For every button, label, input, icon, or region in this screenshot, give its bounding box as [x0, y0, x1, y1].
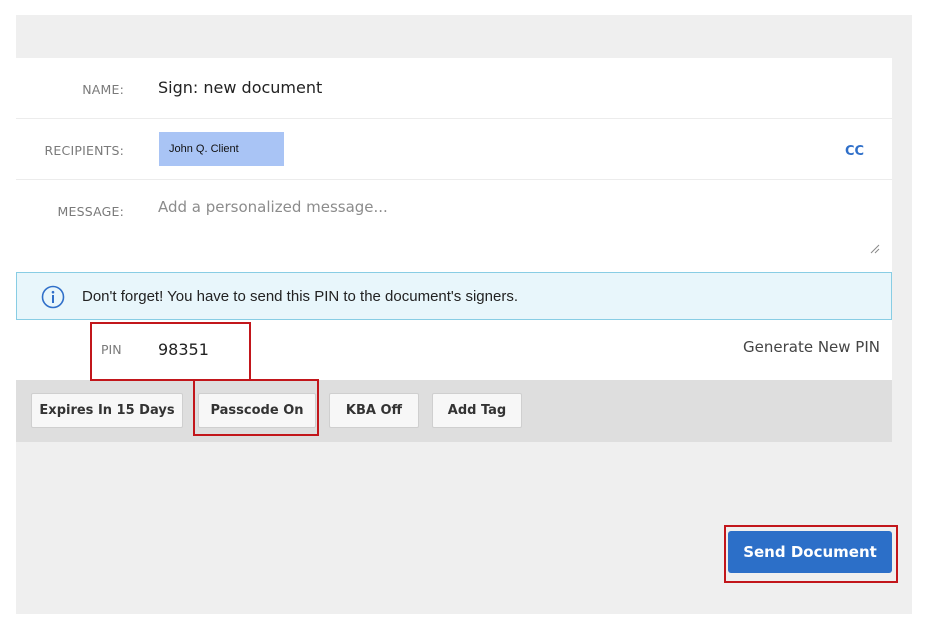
pin-value: 98351: [158, 340, 209, 359]
info-icon: [41, 285, 65, 309]
send-document-button[interactable]: Send Document: [728, 531, 892, 573]
kba-button[interactable]: KBA Off: [329, 393, 419, 428]
name-row: NAME: Sign: new document: [16, 58, 892, 119]
pin-row: PIN 98351 Generate New PIN: [16, 320, 892, 380]
message-row: MESSAGE: Add a personalized message...: [16, 180, 892, 272]
message-input[interactable]: Add a personalized message...: [158, 198, 388, 216]
name-label: NAME:: [82, 82, 124, 97]
document-name-field[interactable]: Sign: new document: [158, 78, 322, 97]
options-toolbar: Expires In 15 Days Passcode On KBA Off A…: [16, 380, 892, 442]
recipient-chip[interactable]: John Q. Client: [159, 132, 284, 166]
pin-label: PIN: [101, 342, 122, 357]
notice-text: Don't forget! You have to send this PIN …: [82, 288, 518, 305]
resize-handle-icon[interactable]: [868, 242, 880, 254]
pin-notice: Don't forget! You have to send this PIN …: [16, 272, 892, 320]
message-label: MESSAGE:: [57, 204, 124, 219]
recipients-row: RECIPIENTS: John Q. Client CC: [16, 119, 892, 180]
passcode-button[interactable]: Passcode On: [198, 393, 316, 428]
cc-link[interactable]: CC: [845, 144, 864, 159]
recipients-label: RECIPIENTS:: [44, 143, 124, 158]
send-form: NAME: Sign: new document RECIPIENTS: Joh…: [16, 58, 892, 442]
expires-button[interactable]: Expires In 15 Days: [31, 393, 183, 428]
add-tag-button[interactable]: Add Tag: [432, 393, 522, 428]
generate-new-pin-link[interactable]: Generate New PIN: [743, 338, 880, 356]
